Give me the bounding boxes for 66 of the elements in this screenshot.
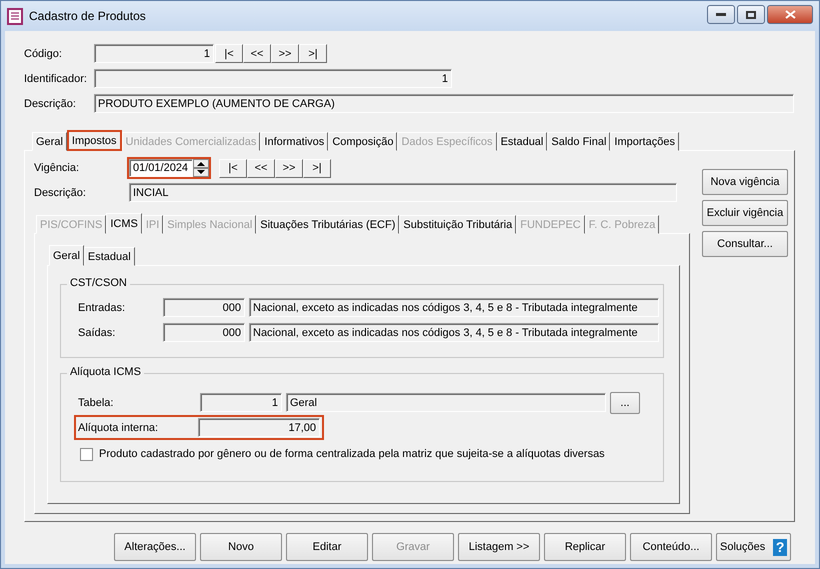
tab[interactable]: Geral [32,132,67,151]
field-label: Entradas: [78,302,126,314]
side-button[interactable]: Nova vigência [702,169,788,195]
spinner-arrows-icon[interactable] [193,159,209,177]
tab[interactable]: ICMS [106,213,142,234]
group-title: CST/CSON [67,277,130,289]
tab[interactable]: Substituição Tributária [399,215,516,234]
footer-button[interactable]: Replicar [544,533,626,561]
side-button[interactable]: Consultar... [702,231,788,257]
tab[interactable]: Composição [328,132,398,151]
checkbox[interactable] [80,448,93,460]
tab[interactable]: Impostos [66,130,122,151]
tab[interactable]: Situações Tributárias (ECF) [256,215,400,234]
nav-button[interactable]: |< [215,44,243,63]
nav-button[interactable]: >> [271,44,299,63]
code-field[interactable]: 000 [163,298,245,317]
footer-button[interactable]: Editar [286,533,368,561]
tab[interactable]: Informativos [260,132,328,151]
nav-button[interactable]: >| [303,158,331,178]
checkbox-label: Produto cadastrado por gênero ou de forma centralizada pela matriz que sujeita-se a alíquotas diversas [99,448,605,460]
help-icon: ? [773,538,787,556]
code-field[interactable]: 1 [200,393,282,412]
minimize-button[interactable] [707,5,735,24]
tab[interactable]: Estadual [84,247,135,266]
side-button[interactable]: Excluir vigência [702,200,788,226]
tab[interactable]: Importações [610,132,679,151]
lookup-button[interactable]: ... [610,392,640,414]
group-title: Alíquota ICMS [67,366,144,378]
field-label: Tabela: [77,396,114,408]
description-field[interactable]: INCIAL [129,183,677,202]
tab[interactable]: Saldo Final [547,132,610,151]
maximize-icon [746,10,756,18]
rate-field[interactable]: 17,00 [198,418,320,437]
tab[interactable]: Estadual [496,132,548,151]
close-button[interactable] [767,5,813,24]
code-field[interactable]: 1 [94,44,214,63]
field-label: Alíquota interna: [77,422,160,434]
footer-button[interactable]: Novo [200,533,282,561]
footer-button[interactable]: Listagem >> [458,533,540,561]
field-label: Descrição: [24,98,77,110]
tab[interactable]: Geral [49,245,84,266]
identifier-field[interactable]: 1 [94,69,452,88]
description-field[interactable]: Nacional, exceto as indicadas nos códigos 3, 4, 5 e 8 - Tributada integralmente [249,323,659,342]
document-icon [7,8,23,24]
close-icon [784,10,796,19]
solutions-button[interactable]: Soluções ? [716,533,791,561]
date-spinner[interactable]: 01/01/2024 [127,157,211,179]
nav-button[interactable]: << [247,158,275,178]
code-field[interactable]: 000 [163,323,245,342]
description-field[interactable]: PRODUTO EXEMPLO (AUMENTO DE CARGA) [94,94,794,113]
footer-button[interactable]: Alterações... [114,533,196,561]
description-field[interactable]: Nacional, exceto as indicadas nos códigos 3, 4, 5 e 8 - Tributada integralmente [249,298,659,317]
window-title: Cadastro de Produtos [29,9,147,23]
field-label: Saídas: [78,326,116,338]
nav-button[interactable]: >| [299,44,327,63]
footer-button[interactable]: Conteúdo... [630,533,712,561]
nav-button[interactable]: << [243,44,271,63]
maximize-button[interactable] [737,5,765,24]
minimize-icon [716,12,726,16]
field-label: Descrição: [34,186,87,198]
field-label: Vigência: [34,162,80,174]
description-field[interactable]: Geral [286,393,606,412]
field-label: Identificador: [24,72,88,84]
nav-button[interactable]: >> [275,158,303,178]
nav-button[interactable]: |< [219,158,247,178]
field-label: Código: [24,48,63,60]
